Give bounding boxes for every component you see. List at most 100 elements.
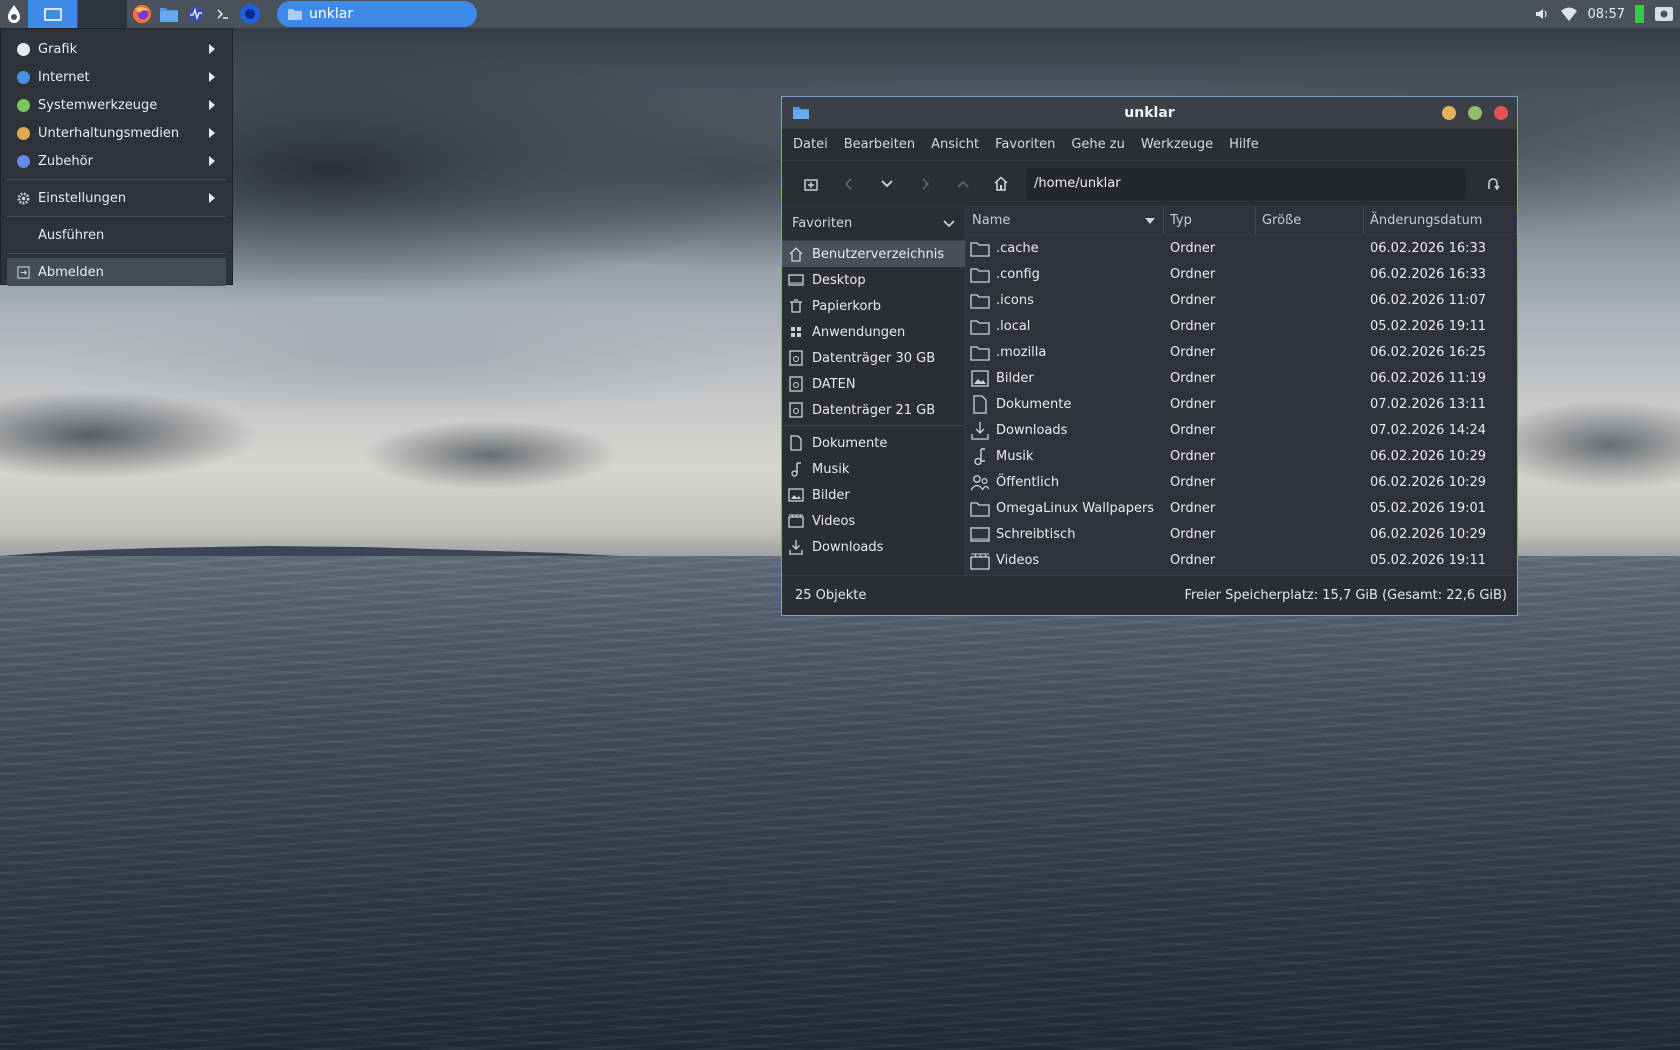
side-item-label: Papierkorb	[812, 298, 882, 314]
side-item-videos[interactable]: Videos	[782, 508, 965, 534]
system-tray: 08:57	[1534, 0, 1680, 28]
menu-item-unterhaltungsmedien[interactable]: Unterhaltungsmedien	[1, 119, 232, 147]
side-item-drive-21gb[interactable]: Datenträger 21 GB	[782, 397, 965, 423]
menu-ansicht[interactable]: Ansicht	[931, 137, 979, 152]
system-monitor-icon	[187, 6, 204, 22]
file-name-cell: .local	[966, 313, 1164, 339]
column-header-date[interactable]: Änderungsdatum	[1364, 207, 1517, 234]
column-header-type[interactable]: Typ	[1164, 207, 1256, 234]
file-row[interactable]: OmegaLinux Wallpapers Ordner 05.02.2026 19…	[966, 495, 1517, 521]
home-button[interactable]	[982, 167, 1020, 201]
new-tab-button[interactable]	[792, 167, 830, 201]
menu-favoriten[interactable]: Favoriten	[995, 137, 1055, 152]
forward-button[interactable]	[906, 167, 944, 201]
menu-item-label: Abmelden	[38, 264, 104, 280]
file-date: 06.02.2026 16:33	[1370, 240, 1487, 256]
menu-item-grafik[interactable]: Grafik	[1, 35, 232, 63]
file-date: 06.02.2026 10:29	[1370, 448, 1487, 464]
column-header-label: Änderungsdatum	[1370, 213, 1483, 228]
taskbar-window-button[interactable]: unklar	[277, 1, 477, 27]
menu-datei[interactable]: Datei	[793, 137, 828, 152]
chevron-right-icon	[922, 177, 930, 190]
up-button[interactable]	[944, 167, 982, 201]
file-type: Ordner	[1170, 266, 1216, 282]
file-size-cell	[1256, 261, 1364, 287]
menu-item-abmelden[interactable]: Abmelden	[7, 258, 226, 286]
location-bar[interactable]: /home/unklar	[1026, 167, 1466, 200]
menu-bearbeiten[interactable]: Bearbeiten	[844, 137, 915, 152]
battery-icon[interactable]	[1635, 5, 1644, 23]
file-date: 05.02.2026 19:11	[1370, 552, 1487, 568]
side-pane-selector[interactable]: Favoriten	[782, 207, 965, 241]
side-item-daten[interactable]: DATEN	[782, 371, 965, 397]
menu-werkzeuge[interactable]: Werkzeuge	[1141, 137, 1213, 152]
maximize-button[interactable]	[1468, 106, 1482, 120]
menu-hilfe[interactable]: Hilfe	[1229, 137, 1259, 152]
close-button[interactable]	[1494, 106, 1508, 120]
file-row[interactable]: .cache Ordner 06.02.2026 16:33	[966, 235, 1517, 261]
panel-clock[interactable]: 08:57	[1588, 7, 1625, 22]
side-item-label: Bilder	[812, 487, 850, 503]
menu-gehe-zu[interactable]: Gehe zu	[1071, 137, 1125, 152]
menu-item-systemwerkzeuge[interactable]: Systemwerkzeuge	[1, 91, 232, 119]
menu-item-ausfuehren[interactable]: Ausführen	[1, 221, 232, 249]
download-icon	[971, 421, 989, 440]
file-type-cell: Ordner	[1164, 391, 1256, 417]
file-row[interactable]: .icons Ordner 06.02.2026 11:07	[966, 287, 1517, 313]
application-menu: Grafik Internet Systemwerkzeuge Unterhal…	[0, 28, 233, 286]
status-free-space: Freier Speicherplatz: 15,7 GiB (Gesamt: …	[1184, 588, 1507, 603]
file-row[interactable]: Downloads Ordner 07.02.2026 14:24	[966, 417, 1517, 443]
side-item-applications[interactable]: Anwendungen	[782, 319, 965, 345]
side-item-pictures[interactable]: Bilder	[782, 482, 965, 508]
workspace-2-button[interactable]	[78, 0, 128, 28]
side-item-documents[interactable]: Dokumente	[782, 430, 965, 456]
home-icon	[994, 176, 1008, 191]
file-name-cell: Öffentlich	[966, 469, 1164, 495]
menu-item-zubehoer[interactable]: Zubehör	[1, 147, 232, 175]
column-header-name[interactable]: Name	[966, 207, 1164, 234]
file-date: 07.02.2026 14:24	[1370, 422, 1487, 438]
side-item-music[interactable]: Musik	[782, 456, 965, 482]
menu-item-einstellungen[interactable]: Einstellungen	[1, 184, 232, 212]
window-title: unklar	[1124, 105, 1175, 121]
tray-settings-icon[interactable]	[1654, 5, 1674, 23]
system-monitor-launcher[interactable]	[182, 0, 209, 28]
file-row[interactable]: Bilder Ordner 06.02.2026 11:19	[966, 365, 1517, 391]
firefox-launcher[interactable]	[128, 0, 155, 28]
side-item-drive-30gb[interactable]: Datenträger 30 GB	[782, 345, 965, 371]
terminal-launcher[interactable]	[209, 0, 236, 28]
image-icon	[788, 488, 804, 502]
file-row[interactable]: Öffentlich Ordner 06.02.2026 10:29	[966, 469, 1517, 495]
file-row[interactable]: Schreibtisch Ordner 06.02.2026 10:29	[966, 521, 1517, 547]
app-menu-button[interactable]	[0, 0, 28, 28]
history-dropdown-button[interactable]	[868, 167, 906, 201]
side-item-home[interactable]: Benutzerverzeichnis	[782, 241, 965, 267]
chevron-down-icon	[943, 219, 955, 227]
file-row[interactable]: .local Ordner 05.02.2026 19:11	[966, 313, 1517, 339]
side-item-downloads[interactable]: Downloads	[782, 534, 965, 560]
column-header-size[interactable]: Größe	[1256, 207, 1364, 234]
back-button[interactable]	[830, 167, 868, 201]
folder-icon	[970, 319, 990, 335]
side-item-trash[interactable]: Papierkorb	[782, 293, 965, 319]
file-row[interactable]: Dokumente Ordner 07.02.2026 13:11	[966, 391, 1517, 417]
file-manager-icon	[159, 8, 178, 22]
file-size-cell	[1256, 547, 1364, 573]
file-type: Ordner	[1170, 344, 1216, 360]
file-row[interactable]: Videos Ordner 05.02.2026 19:11	[966, 547, 1517, 573]
file-row[interactable]: Musik Ordner 06.02.2026 10:29	[966, 443, 1517, 469]
window-titlebar[interactable]: unklar	[782, 97, 1517, 129]
file-size-cell	[1256, 495, 1364, 521]
reload-button[interactable]	[1474, 167, 1512, 201]
file-manager-launcher[interactable]	[155, 0, 182, 28]
workspace-1-button[interactable]	[28, 0, 78, 28]
side-item-desktop[interactable]: Desktop	[782, 267, 965, 293]
file-row[interactable]: .mozilla Ordner 06.02.2026 16:25	[966, 339, 1517, 365]
settings-launcher[interactable]	[236, 0, 263, 28]
minimize-button[interactable]	[1442, 106, 1456, 120]
wifi-icon[interactable]	[1560, 6, 1578, 22]
file-row[interactable]: .config Ordner 06.02.2026 16:33	[966, 261, 1517, 287]
file-name-cell: .mozilla	[966, 339, 1164, 365]
menu-item-internet[interactable]: Internet	[1, 63, 232, 91]
volume-icon[interactable]	[1534, 6, 1550, 22]
